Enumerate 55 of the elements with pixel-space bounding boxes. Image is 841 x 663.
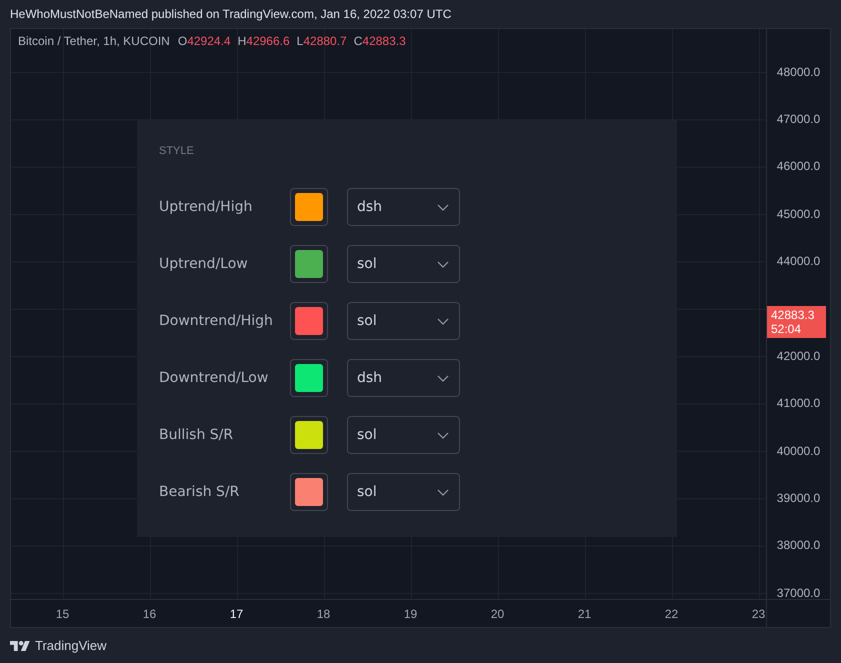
price-label: 45000.0 bbox=[776, 206, 820, 221]
style-row-label: Bullish S/R bbox=[159, 426, 234, 444]
time-label: 15 bbox=[56, 606, 70, 620]
price-label: 41000.0 bbox=[776, 396, 820, 410]
color-picker-button[interactable] bbox=[290, 302, 328, 340]
line-style-select[interactable]: sol bbox=[347, 416, 460, 454]
chevron-down-icon bbox=[437, 260, 449, 268]
line-style-select[interactable]: sol bbox=[347, 302, 460, 340]
time-label: 19 bbox=[404, 606, 418, 620]
chevron-down-icon bbox=[437, 432, 449, 438]
style-row-label: Downtrend/Low bbox=[159, 370, 268, 386]
time-label: 17 bbox=[230, 606, 244, 620]
price-label: 40000.0 bbox=[776, 444, 820, 458]
price-label: 48000.0 bbox=[776, 64, 820, 79]
time-label: 22 bbox=[664, 606, 678, 620]
style-row-label: Uptrend/Low bbox=[159, 256, 248, 272]
color-picker-button[interactable] bbox=[290, 245, 328, 283]
price-label: 47000.0 bbox=[776, 112, 820, 126]
color-picker-button[interactable] bbox=[290, 473, 328, 511]
section-title: STYLE bbox=[159, 145, 194, 158]
last-price-text: 42883.3 bbox=[771, 308, 814, 322]
price-label: 46000.0 bbox=[776, 159, 820, 174]
time-label: 20 bbox=[490, 606, 504, 620]
publication-caption: HeWhoMustNotBeNamed published on TradingView.com, Jan 16, 2022 03:07 UTC bbox=[10, 7, 452, 21]
ohlc-value: L42880.7 bbox=[296, 34, 347, 48]
line-style-select[interactable]: sol bbox=[347, 245, 460, 283]
ohlc-value: H42966.6 bbox=[238, 34, 290, 48]
style-row-label: Uptrend/High bbox=[159, 198, 252, 216]
color-picker-button[interactable] bbox=[290, 188, 328, 226]
ohlc-value: C42883.3 bbox=[354, 34, 406, 48]
logo-icon bbox=[10, 640, 30, 650]
chevron-down-icon bbox=[437, 488, 449, 496]
ohlc-value: O42924.4 bbox=[178, 34, 231, 48]
color-picker-button[interactable] bbox=[290, 359, 328, 397]
time-label: 18 bbox=[316, 606, 330, 620]
line-style-select[interactable]: dsh bbox=[347, 188, 460, 226]
style-row-label: Downtrend/High bbox=[159, 312, 273, 330]
chevron-down-icon bbox=[437, 374, 449, 382]
price-label: 37000.0 bbox=[776, 586, 820, 600]
chevron-down-icon bbox=[437, 204, 449, 210]
brand-name: TradingView bbox=[35, 638, 107, 653]
color-picker-button[interactable] bbox=[290, 416, 328, 454]
symbol-title: Bitcoin / Tether, 1h, KUCOIN bbox=[18, 34, 170, 48]
time-label: 23 bbox=[752, 606, 766, 620]
line-style-select[interactable]: sol bbox=[347, 473, 460, 511]
style-row-label: Bearish S/R bbox=[159, 484, 240, 500]
line-style-select[interactable]: dsh bbox=[347, 359, 460, 397]
price-label: 38000.0 bbox=[776, 538, 820, 552]
chevron-down-icon bbox=[437, 318, 449, 324]
time-label: 21 bbox=[578, 606, 592, 620]
price-label: 42000.0 bbox=[776, 348, 820, 363]
price-label: 44000.0 bbox=[776, 254, 820, 268]
countdown-text: 52:04 bbox=[771, 322, 802, 336]
time-label: 16 bbox=[142, 606, 156, 620]
price-label: 39000.0 bbox=[776, 490, 820, 505]
